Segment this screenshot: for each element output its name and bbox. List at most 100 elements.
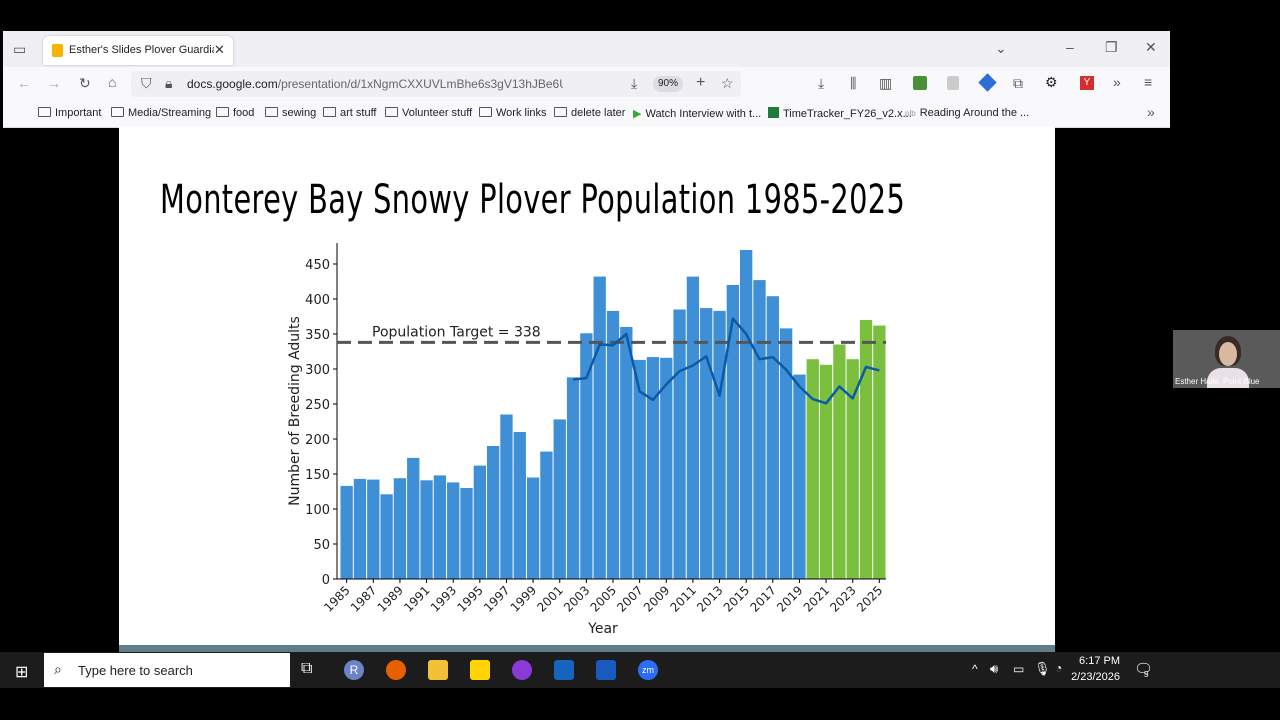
close-tab-icon[interactable]: ✕ xyxy=(214,42,225,58)
firefox-icon[interactable] xyxy=(386,660,406,680)
bookmark-sewing[interactable]: sewing xyxy=(265,107,316,119)
address-bar[interactable]: ⛉ 🔒︎ docs.google.com/presentation/d/1xNg… xyxy=(131,71,741,97)
page-save-icon[interactable]: ⤓ xyxy=(631,75,637,92)
bookmark-star-icon[interactable]: ☆ xyxy=(721,75,734,92)
extension-icon[interactable] xyxy=(913,76,927,90)
bar-2023 xyxy=(846,359,859,579)
y-axis-label: Number of Breeding Adults xyxy=(287,316,303,506)
microphone-icon[interactable]: 🎙︎ xyxy=(1034,661,1051,677)
bar-2001 xyxy=(553,419,566,579)
bookmark-reading[interactable]: plb Reading Around the ... xyxy=(905,107,1029,119)
bar-2017 xyxy=(766,296,779,579)
clock-time[interactable]: 6:17 PM xyxy=(1070,655,1120,667)
plus-icon[interactable]: + xyxy=(696,74,705,92)
x-tick-label-2009: 2009 xyxy=(641,583,672,614)
bookmark-important[interactable]: Important xyxy=(38,107,101,119)
x-tick-label-2017: 2017 xyxy=(747,583,778,614)
home-icon[interactable]: ⌂ xyxy=(108,74,116,90)
volume-icon[interactable]: 🔊︎ xyxy=(990,661,998,677)
restore-icon[interactable]: ❐ xyxy=(1105,39,1118,56)
chevron-up-icon[interactable]: ^ xyxy=(972,662,978,676)
folder-icon xyxy=(479,107,492,117)
bookmarks-bar: Important Media/Streaming food sewing ar… xyxy=(3,101,1170,128)
reload-icon[interactable]: ↻ xyxy=(79,75,91,92)
participant-face xyxy=(1219,342,1237,366)
app-mask-icon[interactable] xyxy=(512,660,532,680)
back-icon[interactable]: ← xyxy=(17,75,31,91)
bookmark-media[interactable]: Media/Streaming xyxy=(111,107,211,119)
task-view-icon[interactable]: ⧉ xyxy=(301,660,312,678)
bookmark-interview[interactable]: ▶ Watch Interview with t... xyxy=(633,107,761,120)
search-icon: ⌕ xyxy=(54,661,62,677)
bar-1997 xyxy=(500,414,513,579)
library-icon[interactable]: ⫼ xyxy=(850,75,856,92)
excel-icon xyxy=(768,107,779,118)
bookmark-art[interactable]: art stuff xyxy=(323,107,376,119)
bookmark-timetracker[interactable]: TimeTracker_FY26_v2.x... xyxy=(768,107,912,120)
windows-start-icon[interactable]: ⊞ xyxy=(15,662,28,682)
bar-1992 xyxy=(433,475,447,579)
tab-list-icon[interactable]: ▭ xyxy=(13,41,26,58)
folder-icon xyxy=(323,107,336,117)
x-tick-label-2019: 2019 xyxy=(774,583,805,614)
play-icon: ▶ xyxy=(633,108,642,120)
bookmark-food[interactable]: food xyxy=(216,107,254,119)
taskbar: ⊞ ⌕ Type here to search ⧉ R zm ^ 🔊︎ ▭ 🎙︎… xyxy=(0,652,1280,688)
x-tick-label-1993: 1993 xyxy=(428,583,459,614)
gear-icon[interactable]: ⚙ xyxy=(1045,74,1058,91)
chevron-down-icon[interactable]: ⌄ xyxy=(995,40,1007,57)
browser-window: ▭ Esther's Slides Plover Guardians ✕ ⌄ –… xyxy=(3,31,1170,128)
bar-1991 xyxy=(420,480,433,579)
extension-diamond-icon[interactable] xyxy=(978,73,997,92)
bar-2013 xyxy=(713,310,726,579)
tab-title: Esther's Slides Plover Guardians xyxy=(69,44,214,56)
sticky-notes-icon[interactable] xyxy=(470,660,490,680)
bookmark-work[interactable]: Work links xyxy=(479,107,547,119)
minimize-icon[interactable]: – xyxy=(1066,39,1074,55)
y-tick-label-200: 200 xyxy=(305,433,330,448)
y-tick-label-0: 0 xyxy=(322,573,330,588)
menu-icon[interactable]: ≡ xyxy=(1144,74,1152,90)
file-explorer-icon[interactable] xyxy=(428,660,448,680)
bookmark-delete-later[interactable]: delete later xyxy=(554,107,625,119)
forward-icon[interactable]: → xyxy=(47,75,61,91)
shield-icon[interactable]: ⛉ xyxy=(141,75,152,92)
bar-2022 xyxy=(833,344,846,579)
bar-2010 xyxy=(673,309,686,579)
y-tick-label-100: 100 xyxy=(305,503,330,518)
puzzle-icon[interactable]: ⧉ xyxy=(1013,75,1023,92)
zoom-level[interactable]: 90% xyxy=(653,76,683,92)
bar-2016 xyxy=(753,280,766,579)
bar-1999 xyxy=(526,477,540,579)
bookmarks-overflow-icon[interactable]: » xyxy=(1147,104,1155,120)
slide-title: Monterey Bay Snowy Plover Population 198… xyxy=(160,177,906,223)
overflow-chevrons-icon[interactable]: » xyxy=(1113,74,1121,90)
battery-icon[interactable]: ▭ xyxy=(1013,662,1024,676)
y-extension-icon[interactable]: Y xyxy=(1080,76,1094,90)
lock-icon[interactable]: 🔒︎ xyxy=(165,75,172,92)
tab-active[interactable]: Esther's Slides Plover Guardians ✕ xyxy=(43,36,233,65)
bookmark-volunteer[interactable]: Volunteer stuff xyxy=(385,107,472,119)
folder-icon xyxy=(111,107,124,117)
zoom-app-icon[interactable]: zm xyxy=(638,660,658,680)
document-icon[interactable] xyxy=(947,76,959,90)
bar-2005 xyxy=(606,310,620,579)
y-tick-label-250: 250 xyxy=(305,398,330,413)
x-tick-label-2011: 2011 xyxy=(668,583,699,614)
bar-2015 xyxy=(740,250,753,579)
navigation-toolbar: ← → ↻ ⌂ ⛉ 🔒︎ docs.google.com/presentatio… xyxy=(3,67,1170,101)
r-app-icon[interactable]: R xyxy=(344,660,364,680)
word-icon[interactable] xyxy=(596,660,616,680)
app-blue-icon[interactable] xyxy=(554,660,574,680)
taskbar-search[interactable]: ⌕ Type here to search xyxy=(44,653,290,687)
x-tick-label-2015: 2015 xyxy=(721,583,752,614)
url-text[interactable]: docs.google.com/presentation/d/1xNgmCXXU… xyxy=(187,77,563,91)
sidebar-icon[interactable]: ▥ xyxy=(879,75,892,92)
downloads-icon[interactable]: ⤓ xyxy=(818,75,824,92)
clock-date[interactable]: 2/23/2026 xyxy=(1060,671,1120,683)
url-path: /presentation/d/1xNgmCXXUVLmBhe6s3gV13hJ… xyxy=(277,77,563,91)
search-placeholder: Type here to search xyxy=(78,663,193,678)
y-tick-label-400: 400 xyxy=(305,293,330,308)
bar-1987 xyxy=(367,479,380,579)
close-window-icon[interactable]: ✕ xyxy=(1145,39,1157,56)
